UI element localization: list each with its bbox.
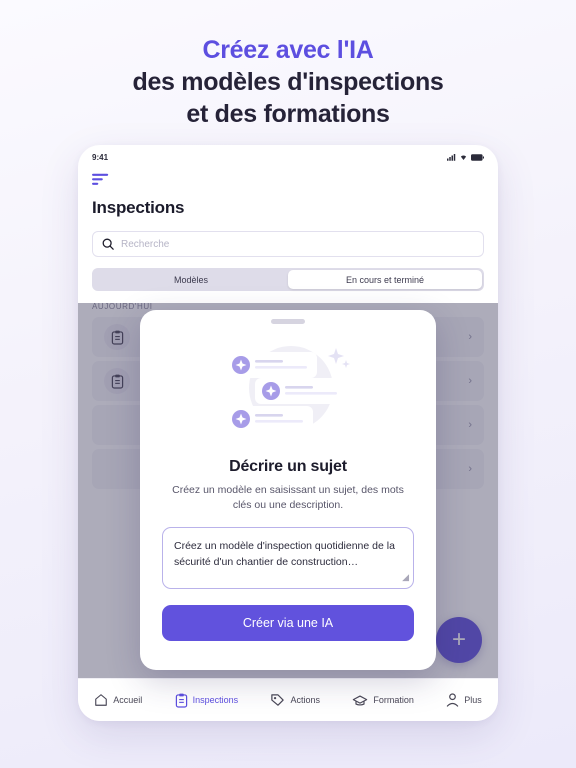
tag-icon — [271, 693, 285, 706]
nav-item-formation[interactable]: Formation — [352, 694, 414, 707]
headline-line-3: et des formations — [186, 100, 390, 128]
tab-modeles[interactable]: Modèles — [94, 270, 288, 289]
nav-item-accueil[interactable]: Accueil — [94, 693, 142, 707]
create-with-ai-label: Créer via une IA — [242, 615, 334, 630]
search-icon — [102, 238, 114, 250]
nav-label: Plus — [464, 695, 482, 705]
bottom-navigation-bar: Accueil Inspections Actions Formation Pl… — [78, 678, 498, 721]
nav-item-plus[interactable]: Plus — [446, 693, 482, 707]
hamburger-menu-icon[interactable] — [92, 173, 110, 187]
tab-en-cours-et-termine[interactable]: En cours et terminé — [288, 270, 482, 289]
headline-line-1: Créez avec l'IA — [202, 36, 374, 64]
signal-icon — [447, 154, 456, 161]
search-placeholder: Recherche — [121, 238, 170, 250]
describe-subject-modal: Décrire un sujet Créez un modèle en sais… — [140, 310, 436, 670]
status-icons — [447, 153, 484, 161]
battery-icon — [471, 153, 484, 161]
headline-line-1-wrap: Créez avec l'IA — [0, 34, 576, 66]
drag-handle[interactable] — [271, 319, 305, 324]
nav-label: Actions — [290, 695, 320, 705]
wifi-icon — [460, 155, 467, 160]
search-input[interactable]: Recherche — [92, 231, 484, 257]
home-icon — [95, 694, 108, 706]
person-icon — [447, 693, 459, 707]
status-time: 9:41 — [92, 152, 109, 162]
app-header: Inspections — [78, 165, 498, 218]
modal-title: Décrire un sujet — [229, 458, 347, 475]
nav-label: Inspections — [192, 695, 239, 705]
nav-item-actions[interactable]: Actions — [270, 693, 320, 708]
resize-handle-icon[interactable]: ◢ — [402, 571, 409, 585]
page-headline: Créez avec l'IA des modèles d'inspection… — [0, 34, 576, 130]
clipboard-icon — [175, 693, 187, 708]
prompt-textarea[interactable]: Créez un modèle d'inspection quotidienne… — [162, 526, 414, 589]
prompt-text: Créez un modèle d'inspection quotidienne… — [174, 539, 395, 569]
headline-line-2: des modèles d'inspections — [132, 68, 444, 96]
page-title: Inspections — [92, 198, 185, 217]
graduation-cap-icon — [353, 694, 368, 706]
ai-cards-illustration — [225, 346, 350, 432]
status-bar: 9:41 — [78, 145, 498, 165]
modal-subtitle: Créez un modèle en saisissant un sujet, … — [172, 484, 404, 511]
search-container: Recherche — [78, 231, 498, 257]
nav-label: Formation — [373, 695, 414, 705]
create-with-ai-button[interactable]: Créer via une IA — [162, 604, 414, 641]
nav-item-inspections[interactable]: Inspections — [175, 693, 239, 708]
segmented-control[interactable]: Modèles En cours et terminé — [92, 268, 484, 291]
nav-label: Accueil — [113, 695, 143, 705]
